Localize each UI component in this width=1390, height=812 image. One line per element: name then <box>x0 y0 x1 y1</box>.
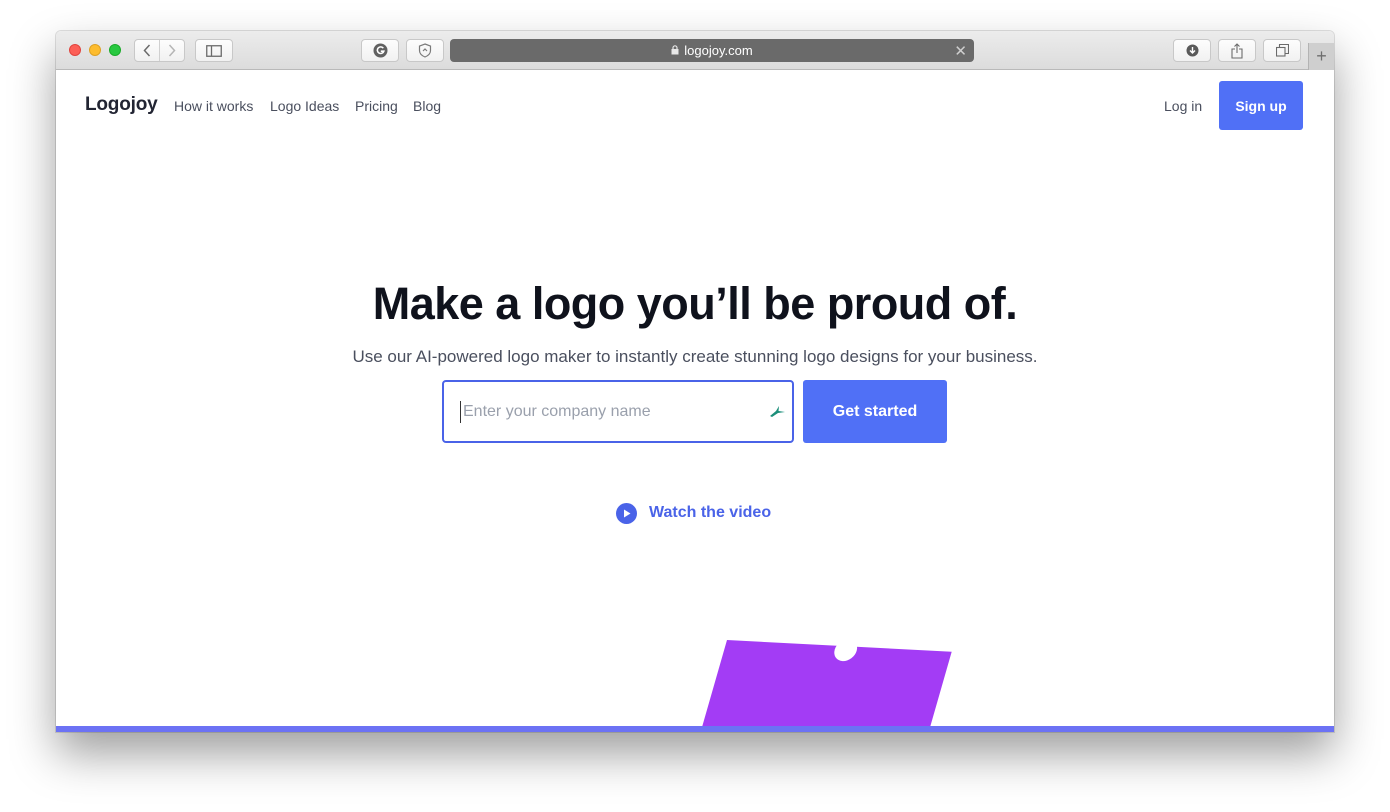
hummingbird-icon[interactable] <box>767 402 787 422</box>
login-link[interactable]: Log in <box>1164 98 1202 114</box>
browser-toolbar: logojoy.com ✕ + <box>56 31 1334 70</box>
grammarly-extension-button[interactable] <box>361 39 399 62</box>
nav-link-how-it-works[interactable]: How it works <box>174 98 253 114</box>
plus-icon: + <box>1316 46 1327 66</box>
close-icon[interactable]: ✕ <box>954 42 967 60</box>
share-icon <box>1231 42 1243 59</box>
lock-icon <box>671 43 679 58</box>
brand-logo[interactable]: Logojoy <box>85 94 158 116</box>
hero-title: Make a logo you’ll be proud of. <box>372 278 1018 329</box>
browser-window: logojoy.com ✕ + Logojoy How it works Log… <box>56 31 1334 732</box>
back-button[interactable] <box>135 40 159 61</box>
business-card-illustration <box>687 638 952 732</box>
chevron-right-icon <box>169 44 176 57</box>
sidebar-toggle-button[interactable] <box>195 39 233 62</box>
tab-overview-button[interactable] <box>1263 39 1301 62</box>
watch-video-link[interactable]: Watch the video <box>616 502 771 524</box>
download-icon <box>1186 44 1198 57</box>
share-button[interactable] <box>1218 39 1256 62</box>
privacy-extension-button[interactable] <box>406 39 444 62</box>
site-header: Logojoy How it works Logo Ideas Pricing … <box>56 70 1334 140</box>
bottom-accent-bar <box>56 726 1334 732</box>
card-notch <box>831 638 860 662</box>
chevron-left-icon <box>143 44 151 57</box>
get-started-button[interactable]: Get started <box>803 380 947 443</box>
hero-subtitle: Use our AI-powered logo maker to instant… <box>352 347 1038 366</box>
forward-button[interactable] <box>159 40 184 61</box>
new-tab-button[interactable]: + <box>1308 43 1334 70</box>
play-icon <box>616 502 637 524</box>
watch-video-label: Watch the video <box>649 504 772 521</box>
address-bar[interactable]: logojoy.com ✕ <box>450 39 974 62</box>
window-close-button[interactable] <box>69 44 81 56</box>
signup-button[interactable]: Sign up <box>1219 81 1303 130</box>
web-page: Logojoy How it works Logo Ideas Pricing … <box>56 70 1334 732</box>
shield-icon <box>418 43 432 58</box>
downloads-button[interactable] <box>1173 39 1211 62</box>
nav-link-blog[interactable]: Blog <box>413 98 441 114</box>
sidebar-icon <box>206 44 222 57</box>
company-name-field[interactable] <box>442 380 794 443</box>
tabs-overview-icon <box>1275 44 1289 57</box>
url-text: logojoy.com <box>684 43 753 58</box>
history-nav <box>134 39 185 62</box>
nav-link-logo-ideas[interactable]: Logo Ideas <box>270 98 339 114</box>
window-maximize-button[interactable] <box>109 44 121 56</box>
grammarly-icon <box>373 43 387 58</box>
nav-link-pricing[interactable]: Pricing <box>355 98 398 114</box>
window-minimize-button[interactable] <box>89 44 101 56</box>
company-name-input[interactable] <box>460 401 760 423</box>
